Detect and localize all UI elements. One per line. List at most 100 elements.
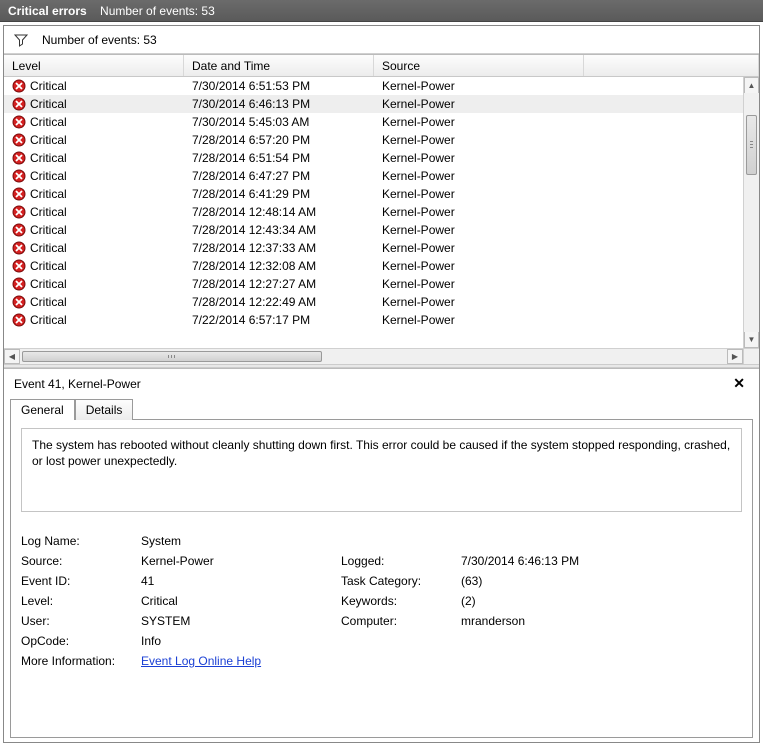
table-row[interactable]: Critical7/28/2014 6:41:29 PMKernel-Power bbox=[4, 185, 743, 203]
lbl-logged: Logged: bbox=[341, 554, 461, 568]
col-header-source[interactable]: Source bbox=[374, 55, 584, 76]
scroll-left-button[interactable]: ◀ bbox=[4, 349, 20, 364]
cell-source: Kernel-Power bbox=[374, 133, 584, 147]
filter-count: Number of events: 53 bbox=[42, 33, 157, 47]
cell-level: Critical bbox=[4, 241, 184, 255]
scroll-thumb-horizontal[interactable] bbox=[22, 351, 322, 362]
col-header-blank[interactable] bbox=[584, 55, 759, 76]
scroll-corner bbox=[743, 348, 759, 364]
cell-date: 7/28/2014 6:47:27 PM bbox=[184, 169, 374, 183]
val-task-category: (63) bbox=[461, 574, 661, 588]
scroll-thumb-vertical[interactable] bbox=[746, 115, 757, 175]
table-row[interactable]: Critical7/28/2014 6:57:20 PMKernel-Power bbox=[4, 131, 743, 149]
detail-pane: Event 41, Kernel-Power ✕ General Details… bbox=[4, 368, 759, 742]
cell-level-text: Critical bbox=[30, 205, 67, 219]
tab-general[interactable]: General bbox=[10, 399, 75, 420]
cell-level: Critical bbox=[4, 79, 184, 93]
table-row[interactable]: Critical 7/28/2014 12:48:14 AMKernel-Powe… bbox=[4, 203, 743, 221]
col-header-date[interactable]: Date and Time bbox=[184, 55, 374, 76]
table-row[interactable]: Critical7/28/2014 12:22:49 AMKernel-Powe… bbox=[4, 293, 743, 311]
cell-level: Critical bbox=[4, 169, 184, 183]
col-header-level[interactable]: Level bbox=[4, 55, 184, 76]
filter-bar: Number of events: 53 bbox=[4, 26, 759, 54]
scroll-down-button[interactable]: ▼ bbox=[744, 332, 759, 348]
title-bar: Critical errors Number of events: 53 bbox=[0, 0, 763, 22]
table-row[interactable]: Critical7/28/2014 12:43:34 AMKernel-Powe… bbox=[4, 221, 743, 239]
scroll-up-button[interactable]: ▲ bbox=[744, 77, 759, 93]
cell-level: Critical bbox=[4, 313, 184, 327]
cell-source: Kernel-Power bbox=[374, 259, 584, 273]
tab-details[interactable]: Details bbox=[75, 399, 134, 420]
title-main: Critical errors bbox=[8, 4, 87, 18]
error-icon bbox=[12, 205, 26, 219]
list-body: Critical7/30/2014 6:51:53 PMKernel-Power… bbox=[4, 77, 759, 364]
error-icon bbox=[12, 151, 26, 165]
lbl-log-name: Log Name: bbox=[21, 534, 141, 548]
cell-level: Critical bbox=[4, 97, 184, 111]
lbl-task-category: Task Category: bbox=[341, 574, 461, 588]
column-headers: Level Date and Time Source bbox=[4, 55, 759, 77]
error-icon bbox=[12, 97, 26, 111]
event-properties: Log Name: System Source: Kernel-Power Lo… bbox=[21, 534, 742, 668]
error-icon bbox=[12, 169, 26, 183]
cell-level-text: Critical bbox=[30, 277, 67, 291]
cell-source: Kernel-Power bbox=[374, 205, 584, 219]
close-icon[interactable]: ✕ bbox=[729, 375, 749, 392]
cell-date: 7/28/2014 12:27:27 AM bbox=[184, 277, 374, 291]
table-row[interactable]: Critical 7/22/2014 6:57:17 PMKernel-Power bbox=[4, 311, 743, 329]
lbl-more-info: More Information: bbox=[21, 654, 141, 668]
lbl-source: Source: bbox=[21, 554, 141, 568]
cell-source: Kernel-Power bbox=[374, 151, 584, 165]
cell-date: 7/28/2014 12:22:49 AM bbox=[184, 295, 374, 309]
error-icon bbox=[12, 79, 26, 93]
table-row[interactable]: Critical7/30/2014 5:45:03 AMKernel-Power bbox=[4, 113, 743, 131]
cell-level: Critical bbox=[4, 115, 184, 129]
error-icon bbox=[12, 295, 26, 309]
lbl-level: Level: bbox=[21, 594, 141, 608]
cell-date: 7/30/2014 6:51:53 PM bbox=[184, 79, 374, 93]
detail-header: Event 41, Kernel-Power ✕ bbox=[10, 373, 753, 398]
lbl-event-id: Event ID: bbox=[21, 574, 141, 588]
filter-icon[interactable] bbox=[14, 33, 28, 47]
cell-level-text: Critical bbox=[30, 133, 67, 147]
tab-strip: General Details bbox=[10, 398, 753, 419]
horizontal-scrollbar[interactable]: ◀ ▶ bbox=[4, 348, 743, 364]
cell-date: 7/28/2014 12:48:14 AM bbox=[184, 205, 374, 219]
rows-container: Critical7/30/2014 6:51:53 PMKernel-Power… bbox=[4, 77, 743, 348]
title-count: Number of events: 53 bbox=[100, 4, 215, 18]
cell-level-text: Critical bbox=[30, 79, 67, 93]
val-user: SYSTEM bbox=[141, 614, 341, 628]
cell-level-text: Critical bbox=[30, 187, 67, 201]
scroll-right-button[interactable]: ▶ bbox=[727, 349, 743, 364]
table-row[interactable]: Critical7/28/2014 12:37:33 AMKernel-Powe… bbox=[4, 239, 743, 257]
cell-level: Critical bbox=[4, 205, 184, 219]
table-row[interactable]: Critical7/28/2014 6:51:54 PMKernel-Power bbox=[4, 149, 743, 167]
cell-source: Kernel-Power bbox=[374, 79, 584, 93]
cell-date: 7/30/2014 6:46:13 PM bbox=[184, 97, 374, 111]
val-computer: mranderson bbox=[461, 614, 661, 628]
table-row[interactable]: Critical 7/30/2014 6:51:53 PMKernel-Power bbox=[4, 77, 743, 95]
cell-level-text: Critical bbox=[30, 313, 67, 327]
table-row[interactable]: Critical7/30/2014 6:46:13 PMKernel-Power bbox=[4, 95, 743, 113]
cell-source: Kernel-Power bbox=[374, 277, 584, 291]
cell-date: 7/22/2014 6:57:17 PM bbox=[184, 313, 374, 327]
cell-source: Kernel-Power bbox=[374, 169, 584, 183]
val-log-name: System bbox=[141, 534, 341, 548]
vertical-scrollbar[interactable]: ▲ ▼ bbox=[743, 77, 759, 348]
error-icon bbox=[12, 223, 26, 237]
table-row[interactable]: Critical7/28/2014 6:47:27 PMKernel-Power bbox=[4, 167, 743, 185]
cell-source: Kernel-Power bbox=[374, 313, 584, 327]
cell-level: Critical bbox=[4, 259, 184, 273]
cell-date: 7/28/2014 6:41:29 PM bbox=[184, 187, 374, 201]
error-icon bbox=[12, 241, 26, 255]
lbl-opcode: OpCode: bbox=[21, 634, 141, 648]
cell-level: Critical bbox=[4, 187, 184, 201]
detail-title: Event 41, Kernel-Power bbox=[14, 377, 141, 391]
cell-date: 7/28/2014 12:32:08 AM bbox=[184, 259, 374, 273]
event-log-help-link[interactable]: Event Log Online Help bbox=[141, 654, 261, 668]
cell-source: Kernel-Power bbox=[374, 241, 584, 255]
main-panel: Number of events: 53 Level Date and Time… bbox=[3, 25, 760, 743]
table-row[interactable]: Critical7/28/2014 12:32:08 AMKernel-Powe… bbox=[4, 257, 743, 275]
cell-source: Kernel-Power bbox=[374, 295, 584, 309]
table-row[interactable]: Critical 7/28/2014 12:27:27 AMKernel-Powe… bbox=[4, 275, 743, 293]
